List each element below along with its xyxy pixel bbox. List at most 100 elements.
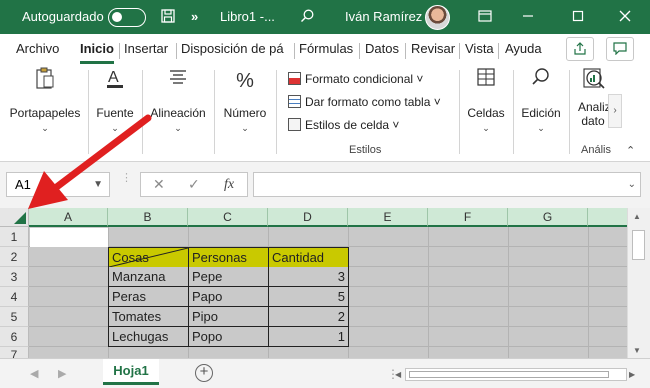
- enter-icon[interactable]: ✓: [188, 173, 200, 196]
- column-header-a[interactable]: A: [29, 208, 108, 227]
- table-cell[interactable]: Manzana: [108, 267, 189, 287]
- table-cell[interactable]: Lechugas: [108, 327, 189, 347]
- alignment-group[interactable]: Alineación ⌄: [146, 64, 210, 134]
- column-header-h[interactable]: [588, 208, 627, 227]
- search-icon[interactable]: [297, 0, 317, 34]
- table-header-cell[interactable]: Cosas: [108, 247, 189, 268]
- scroll-thumb[interactable]: [632, 230, 645, 260]
- conditional-format-button[interactable]: Formato condicional ˅: [288, 72, 423, 86]
- tab-ayuda[interactable]: Ayuda: [505, 41, 542, 56]
- tab-datos[interactable]: Datos: [365, 41, 399, 56]
- table-cell[interactable]: Tomates: [108, 307, 189, 327]
- add-sheet-button[interactable]: +: [195, 364, 213, 382]
- tab-archivo[interactable]: Archivo: [16, 41, 59, 56]
- table-cell[interactable]: Peras: [108, 287, 189, 307]
- save-icon[interactable]: [158, 0, 178, 34]
- minimize-icon[interactable]: [518, 0, 538, 34]
- column-header-c[interactable]: C: [188, 208, 268, 227]
- cell-styles-button[interactable]: Estilos de celda ˅: [288, 118, 399, 132]
- align-center-icon: [163, 66, 193, 96]
- title-bar: Autoguardado » Libro1 -... Iván Ramírez: [0, 0, 650, 34]
- ribbon-scroll-right[interactable]: ›: [608, 94, 622, 128]
- row-header-4[interactable]: 4: [0, 287, 29, 307]
- table-format-icon: [288, 95, 301, 108]
- scroll-right-icon[interactable]: ▶: [629, 370, 635, 379]
- tab-insertar[interactable]: Insertar: [124, 41, 168, 56]
- formula-input[interactable]: ⌄: [253, 172, 641, 197]
- drag-handle-icon[interactable]: ⋮: [121, 173, 132, 184]
- row-header-5[interactable]: 5: [0, 307, 29, 327]
- table-header-cell[interactable]: Personas: [188, 247, 269, 268]
- column-header-b[interactable]: B: [108, 208, 188, 227]
- more-commands[interactable]: »: [191, 0, 198, 34]
- ribbon-tabs: Archivo Inicio Insertar Disposición de p…: [0, 34, 650, 64]
- select-all-button[interactable]: [0, 208, 29, 227]
- table-cell[interactable]: Pepe: [188, 267, 269, 287]
- cells-group[interactable]: Celdas ⌄: [463, 64, 509, 134]
- expand-formula-icon[interactable]: ⌄: [628, 173, 636, 196]
- active-cell-a1[interactable]: [30, 228, 108, 247]
- user-name[interactable]: Iván Ramírez: [345, 0, 422, 34]
- row-header-2[interactable]: 2: [0, 247, 29, 267]
- font-group[interactable]: A Fuente ⌄: [92, 64, 138, 134]
- share-button[interactable]: [566, 37, 594, 61]
- format-as-table-button[interactable]: Dar formato como tabla ˅: [288, 95, 441, 109]
- font-color-icon: A: [100, 66, 130, 96]
- percent-icon: %: [236, 70, 254, 92]
- table-cell[interactable]: 2: [268, 307, 349, 327]
- table-header-cell[interactable]: Cantidad: [268, 247, 349, 268]
- autosave-label: Autoguardado: [22, 9, 104, 24]
- worksheet-grid[interactable]: A B C D E F G 1 2 3 4 5 6 7 Cosas Person…: [0, 208, 627, 358]
- insert-function-icon[interactable]: fx: [224, 173, 234, 196]
- row-header-3[interactable]: 3: [0, 267, 29, 287]
- column-header-f[interactable]: F: [428, 208, 508, 227]
- number-group[interactable]: % Número ⌄: [218, 64, 272, 134]
- table-cell[interactable]: 3: [268, 267, 349, 287]
- autosave-toggle[interactable]: [108, 8, 146, 27]
- column-header-g[interactable]: G: [508, 208, 588, 227]
- chevron-down-icon: ⌄: [41, 123, 49, 133]
- file-name[interactable]: Libro1 -...: [220, 0, 275, 34]
- table-cell[interactable]: 5: [268, 287, 349, 307]
- column-header-e[interactable]: E: [348, 208, 428, 227]
- comments-button[interactable]: [606, 37, 634, 61]
- tab-inicio[interactable]: Inicio: [80, 41, 114, 56]
- svg-text:A: A: [108, 69, 119, 86]
- formula-bar: A1 ▼ ⋮ ✕ ✓ fx ⌄: [0, 162, 650, 208]
- analyze-data-button[interactable]: Analiza dato: [573, 64, 613, 128]
- scroll-down-icon[interactable]: ▼: [633, 346, 641, 355]
- user-avatar[interactable]: [425, 5, 450, 30]
- table-cell[interactable]: 1: [268, 327, 349, 347]
- sheet-tab-hoja1[interactable]: Hoja1: [103, 359, 159, 385]
- formula-buttons: ✕ ✓ fx: [140, 172, 248, 197]
- sheet-tab-bar: ◀ ▶ Hoja1 + ⋮ ◀ ▶: [0, 358, 650, 388]
- row-header-1[interactable]: 1: [0, 227, 29, 247]
- column-header-d[interactable]: D: [268, 208, 348, 227]
- row-header-7[interactable]: 7: [0, 347, 29, 358]
- scroll-up-icon[interactable]: ▲: [633, 212, 641, 221]
- name-box[interactable]: A1 ▼: [6, 172, 110, 197]
- tab-formulas[interactable]: Fórmulas: [299, 41, 353, 56]
- maximize-icon[interactable]: [568, 0, 588, 34]
- scroll-thumb[interactable]: [409, 371, 609, 378]
- editing-group[interactable]: Edición ⌄: [517, 64, 565, 134]
- tab-disposicion[interactable]: Disposición de pá: [181, 41, 290, 56]
- table-cell[interactable]: Popo: [188, 327, 269, 347]
- diagonal-border: [109, 248, 188, 267]
- ribbon-display-icon[interactable]: [475, 0, 495, 34]
- prev-sheet-icon[interactable]: ◀: [30, 367, 38, 380]
- close-icon[interactable]: [615, 0, 635, 34]
- cancel-icon[interactable]: ✕: [153, 173, 165, 196]
- table-cell[interactable]: Papo: [188, 287, 269, 307]
- horizontal-scrollbar[interactable]: [405, 368, 627, 381]
- tab-vista[interactable]: Vista: [465, 41, 494, 56]
- clipboard-group[interactable]: Portapapeles ⌄: [5, 64, 85, 134]
- vertical-scrollbar[interactable]: ▲ ▼: [627, 208, 650, 358]
- row-header-6[interactable]: 6: [0, 327, 29, 347]
- tab-revisar[interactable]: Revisar: [411, 41, 455, 56]
- table-cell[interactable]: Pipo: [188, 307, 269, 327]
- cells-icon: [471, 66, 501, 96]
- next-sheet-icon[interactable]: ▶: [58, 367, 66, 380]
- scroll-left-icon[interactable]: ◀: [395, 370, 401, 379]
- collapse-ribbon-icon[interactable]: ⌃: [626, 144, 635, 157]
